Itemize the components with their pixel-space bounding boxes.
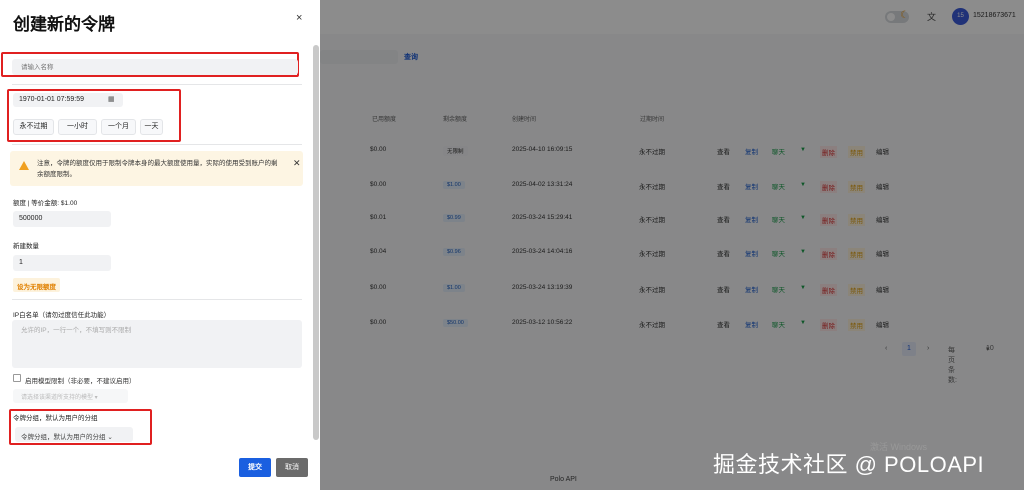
model-limit-label: 启用模型限制（非必要，不建议启用）	[25, 378, 136, 385]
preset-day-button[interactable]: 一天	[140, 119, 163, 135]
scrollbar[interactable]	[313, 45, 319, 440]
close-icon[interactable]: ×	[296, 12, 302, 24]
token-name-input[interactable]	[12, 59, 298, 75]
group-select[interactable]: 令牌分组，默认为用户的分组 ⌄	[15, 427, 133, 442]
preset-month-button[interactable]: 一个月	[101, 119, 136, 135]
create-token-drawer: 创建新的令牌 × 1970-01-01 07:59:59 ▦ 永不过期 一小时 …	[0, 0, 320, 490]
drawer-title: 创建新的令牌	[13, 15, 115, 34]
count-input[interactable]: 1	[13, 255, 111, 271]
submit-button[interactable]: 提交	[239, 458, 271, 477]
preset-never-button[interactable]: 永不过期	[13, 119, 54, 135]
alert-close-icon[interactable]: ✕	[293, 158, 301, 169]
expire-time-input[interactable]: 1970-01-01 07:59:59	[13, 93, 123, 107]
divider	[12, 144, 302, 145]
ip-whitelist-textarea[interactable]: 允许的IP，一行一个，不填写则不限制	[12, 320, 302, 368]
divider	[12, 84, 302, 85]
juejin-watermark: 掘金技术社区 @ POLOAPI	[713, 452, 985, 477]
quota-input[interactable]: 500000	[13, 211, 111, 227]
warning-text: 注意，令牌的额度仅用于限制令牌本身的最大额度使用量，实际的使用受到账户的剩余额度…	[37, 160, 278, 178]
chevron-down-icon: ⌄	[107, 434, 113, 441]
set-unlimited-button[interactable]: 设为无限额度	[13, 278, 60, 292]
calendar-icon[interactable]: ▦	[108, 95, 115, 103]
ip-whitelist-label: IP白名单（请勿过度信任此功能）	[13, 312, 111, 319]
quota-warning: 注意，令牌的额度仅用于限制令牌本身的最大额度使用量，实际的使用受到账户的剩余额度…	[10, 151, 303, 186]
count-label: 新建数量	[13, 243, 39, 250]
divider	[12, 299, 302, 300]
model-select-placeholder: 请选择该渠道所支持的模型	[21, 395, 94, 401]
preset-hour-button[interactable]: 一小时	[58, 119, 97, 135]
group-label: 令牌分组，默认为用户的分组	[13, 415, 98, 422]
quota-label: 额度 | 等价金额: $1.00	[13, 200, 78, 207]
cancel-button[interactable]: 取消	[276, 458, 308, 477]
model-limit-checkbox[interactable]	[13, 374, 21, 382]
model-select[interactable]: 请选择该渠道所支持的模型 ▾	[13, 389, 128, 403]
group-select-placeholder: 令牌分组，默认为用户的分组	[21, 434, 106, 441]
warning-icon	[19, 161, 29, 170]
